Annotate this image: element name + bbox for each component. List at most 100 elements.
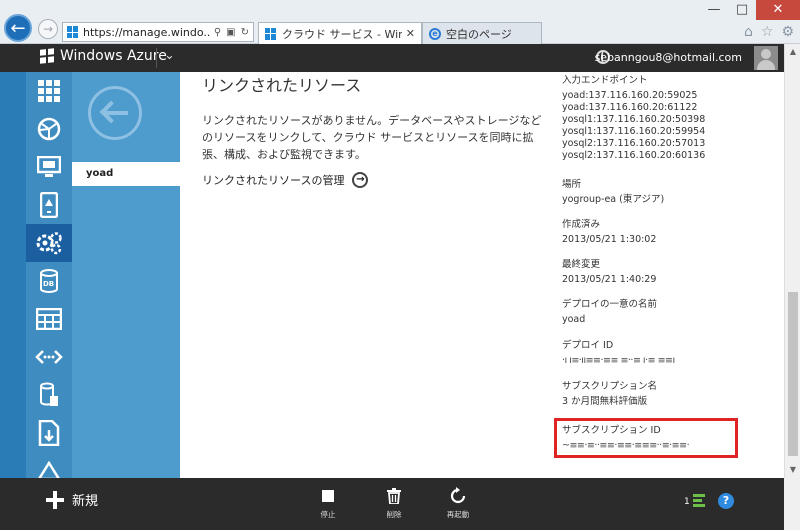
scroll-thumb[interactable] bbox=[788, 292, 798, 456]
scroll-down-icon[interactable]: ▼ bbox=[785, 462, 800, 478]
stop-icon bbox=[322, 490, 334, 502]
azure-header: Windows Azure ⌄ sebanngou8@hotmail.com bbox=[0, 44, 784, 72]
rail-gutter bbox=[0, 72, 26, 478]
deploy-name-group: デプロイの一意の名前 yoad bbox=[562, 296, 657, 326]
location-label: 場所 bbox=[562, 179, 582, 190]
browser-toolbar: — □ ✕ ← → https://manage.windo... ⚲ ▣ ↻ … bbox=[0, 0, 800, 44]
notifications-button[interactable]: 1 bbox=[684, 494, 705, 507]
command-bar: 新規 停止 削除 再起動 1 ? bbox=[0, 478, 784, 530]
modified-value: 2013/05/21 1:40:29 bbox=[562, 274, 657, 285]
trash-icon bbox=[387, 488, 401, 504]
maximize-button[interactable]: □ bbox=[728, 0, 756, 20]
subnav-item-yoad[interactable]: yoad bbox=[72, 162, 180, 186]
restart-icon bbox=[450, 487, 466, 504]
created-group: 作成済み 2013/05/21 1:30:02 bbox=[562, 216, 656, 246]
address-text: https://manage.windo... bbox=[83, 25, 210, 39]
help-button[interactable]: ? bbox=[718, 493, 734, 509]
header-divider bbox=[156, 48, 157, 68]
tab-cloud-services[interactable]: クラウド サービス - Windows ... ✕ bbox=[258, 22, 422, 44]
browser-back-button[interactable]: ← bbox=[4, 14, 32, 42]
frame-edge bbox=[784, 478, 800, 530]
modified-group: 最終変更 2013/05/21 1:40:29 bbox=[562, 256, 656, 286]
browser-forward-button[interactable]: → bbox=[38, 19, 58, 39]
home-icon[interactable]: ⌂ bbox=[744, 24, 753, 40]
lock-icon[interactable]: ▣ bbox=[226, 27, 235, 38]
refresh-icon[interactable]: ↻ bbox=[241, 27, 249, 38]
virtual-machines-icon[interactable] bbox=[26, 148, 72, 186]
linked-resources-description: リンクされたリソースがありません。データベースやストレージなどのリソースをリンク… bbox=[202, 114, 542, 161]
endpoints-label: 入力エンドポイント bbox=[562, 75, 648, 86]
restart-button[interactable]: 再起動 bbox=[438, 486, 478, 520]
settings-gear-icon[interactable]: ⚙ bbox=[781, 24, 794, 40]
media-services-icon[interactable] bbox=[26, 376, 72, 414]
endpoint-item: yosql2:137.116.160.20:60136 bbox=[562, 150, 706, 161]
deploy-id-label: デプロイ ID bbox=[562, 340, 614, 351]
svg-text:DB: DB bbox=[43, 280, 54, 288]
networks-icon[interactable] bbox=[26, 452, 72, 478]
plus-icon bbox=[46, 490, 64, 509]
stop-label: 停止 bbox=[320, 510, 336, 519]
location-group: 場所 yogroup-ea (東アジア) bbox=[562, 176, 664, 206]
cloud-service-subnav: yoad bbox=[72, 72, 180, 478]
user-email[interactable]: sebanngou8@hotmail.com bbox=[595, 51, 742, 64]
notification-bars-icon bbox=[692, 494, 705, 507]
address-bar[interactable]: https://manage.windo... ⚲ ▣ ↻ bbox=[62, 22, 254, 42]
stop-button[interactable]: 停止 bbox=[308, 486, 348, 520]
main-content: リンクされたリソース リンクされたリソースがありません。データベースやストレージ… bbox=[180, 72, 784, 478]
azure-favicon-icon bbox=[67, 26, 79, 38]
azure-favicon-icon bbox=[265, 27, 277, 40]
page-title: リンクされたリソース bbox=[202, 76, 362, 95]
windows-azure-logo[interactable]: Windows Azure bbox=[40, 48, 167, 64]
created-value: 2013/05/21 1:30:02 bbox=[562, 234, 657, 245]
tab-close-icon[interactable]: ✕ bbox=[402, 27, 415, 40]
new-button[interactable]: 新規 bbox=[46, 490, 98, 509]
mobile-services-icon[interactable] bbox=[26, 186, 72, 224]
avatar[interactable] bbox=[754, 46, 778, 70]
created-label: 作成済み bbox=[562, 219, 601, 230]
service-bus-icon[interactable] bbox=[26, 338, 72, 376]
deploy-name-value: yoad bbox=[562, 314, 586, 325]
scroll-up-icon[interactable]: ▲ bbox=[785, 44, 800, 60]
import-export-icon[interactable] bbox=[26, 414, 72, 452]
location-value: yogroup-ea (東アジア) bbox=[562, 194, 665, 205]
cloud-services-icon[interactable] bbox=[26, 224, 72, 262]
deploy-id-value: ·ı ı≡·ıı≡≡·≡≡ ≡··≡ ı·≡ ≡≡ı bbox=[562, 355, 675, 366]
new-label: 新規 bbox=[72, 494, 99, 509]
endpoints-group: 入力エンドポイント yoad:137.116.160.20:59025 yoad… bbox=[562, 72, 705, 162]
window-controls: — □ ✕ bbox=[700, 0, 800, 20]
page-scrollbar[interactable]: ▲ ▼ bbox=[784, 44, 800, 478]
endpoint-item: yoad:137.116.160.20:59025 bbox=[562, 90, 698, 101]
subscription-name-label: サブスクリプション名 bbox=[562, 381, 658, 392]
endpoint-item: yosql1:137.116.160.20:59954 bbox=[562, 126, 706, 137]
chevron-down-icon[interactable]: ⌄ bbox=[164, 48, 175, 63]
delete-label: 削除 bbox=[386, 510, 402, 519]
deploy-name-label: デプロイの一意の名前 bbox=[562, 299, 658, 310]
sql-databases-icon[interactable]: DB bbox=[26, 262, 72, 300]
manage-link-label: リンクされたリソースの管理 bbox=[202, 174, 345, 187]
close-window-button[interactable]: ✕ bbox=[756, 0, 800, 20]
service-nav-rail: DB bbox=[26, 72, 72, 478]
ie-icon: e bbox=[429, 27, 441, 40]
manage-linked-resources-link[interactable]: リンクされたリソースの管理 → bbox=[202, 172, 369, 188]
storage-icon[interactable] bbox=[26, 300, 72, 338]
subscription-name-value: 3 か月間無料評価版 bbox=[562, 396, 648, 407]
brand-name: Windows Azure bbox=[60, 48, 167, 64]
subscription-id-highlight bbox=[554, 418, 738, 458]
restart-label: 再起動 bbox=[446, 510, 470, 519]
back-arrow-icon[interactable] bbox=[88, 86, 142, 140]
all-items-icon[interactable] bbox=[26, 72, 72, 110]
tab-blank-page[interactable]: e 空白のページ bbox=[422, 22, 542, 44]
search-icon[interactable]: ⚲ bbox=[214, 27, 221, 38]
tab-label: クラウド サービス - Windows ... bbox=[282, 27, 402, 41]
deploy-id-group: デプロイ ID ·ı ı≡·ıı≡≡·≡≡ ≡··≡ ı·≡ ≡≡ı bbox=[562, 337, 675, 367]
delete-button[interactable]: 削除 bbox=[374, 486, 414, 520]
subscription-name-group: サブスクリプション名 3 か月間無料評価版 bbox=[562, 378, 657, 408]
minimize-button[interactable]: — bbox=[700, 0, 728, 20]
endpoint-item: yosql1:137.116.160.20:50398 bbox=[562, 114, 706, 125]
tab-label: 空白のページ bbox=[446, 27, 512, 41]
favorites-star-icon[interactable]: ☆ bbox=[761, 24, 774, 40]
endpoint-item: yoad:137.116.160.20:61122 bbox=[562, 102, 698, 113]
arrow-right-circle-icon: → bbox=[352, 172, 369, 188]
endpoint-item: yosql2:137.116.160.20:57013 bbox=[562, 138, 706, 149]
web-sites-icon[interactable] bbox=[26, 110, 72, 148]
